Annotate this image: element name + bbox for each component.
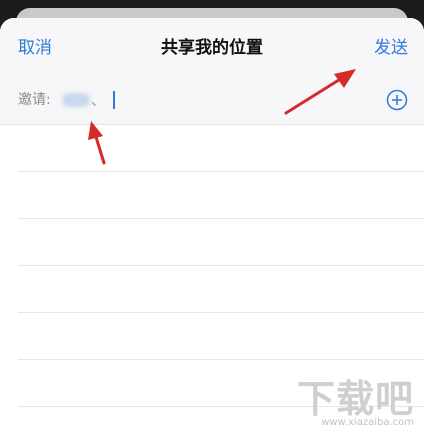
recipient-token[interactable]: 、	[62, 90, 115, 110]
list-item	[18, 219, 424, 266]
invite-field[interactable]: 邀请: 、	[0, 76, 424, 125]
list-item	[18, 125, 424, 172]
text-cursor	[113, 91, 115, 109]
nav-bar: 取消 共享我的位置 发送	[0, 18, 424, 76]
invite-label: 邀请:	[18, 92, 51, 108]
blurred-recipient-name	[62, 93, 90, 107]
list-item	[18, 407, 424, 437]
list-item	[18, 266, 424, 313]
plus-circle-icon[interactable]	[386, 89, 408, 111]
list-item	[18, 313, 424, 360]
list-item	[18, 172, 424, 219]
recipient-separator: 、	[91, 93, 105, 109]
share-location-sheet: 取消 共享我的位置 发送 邀请: 、	[0, 18, 424, 437]
page-title: 共享我的位置	[161, 38, 263, 58]
list-item	[18, 360, 424, 407]
contact-list	[0, 125, 424, 437]
send-button[interactable]: 发送	[374, 38, 408, 58]
